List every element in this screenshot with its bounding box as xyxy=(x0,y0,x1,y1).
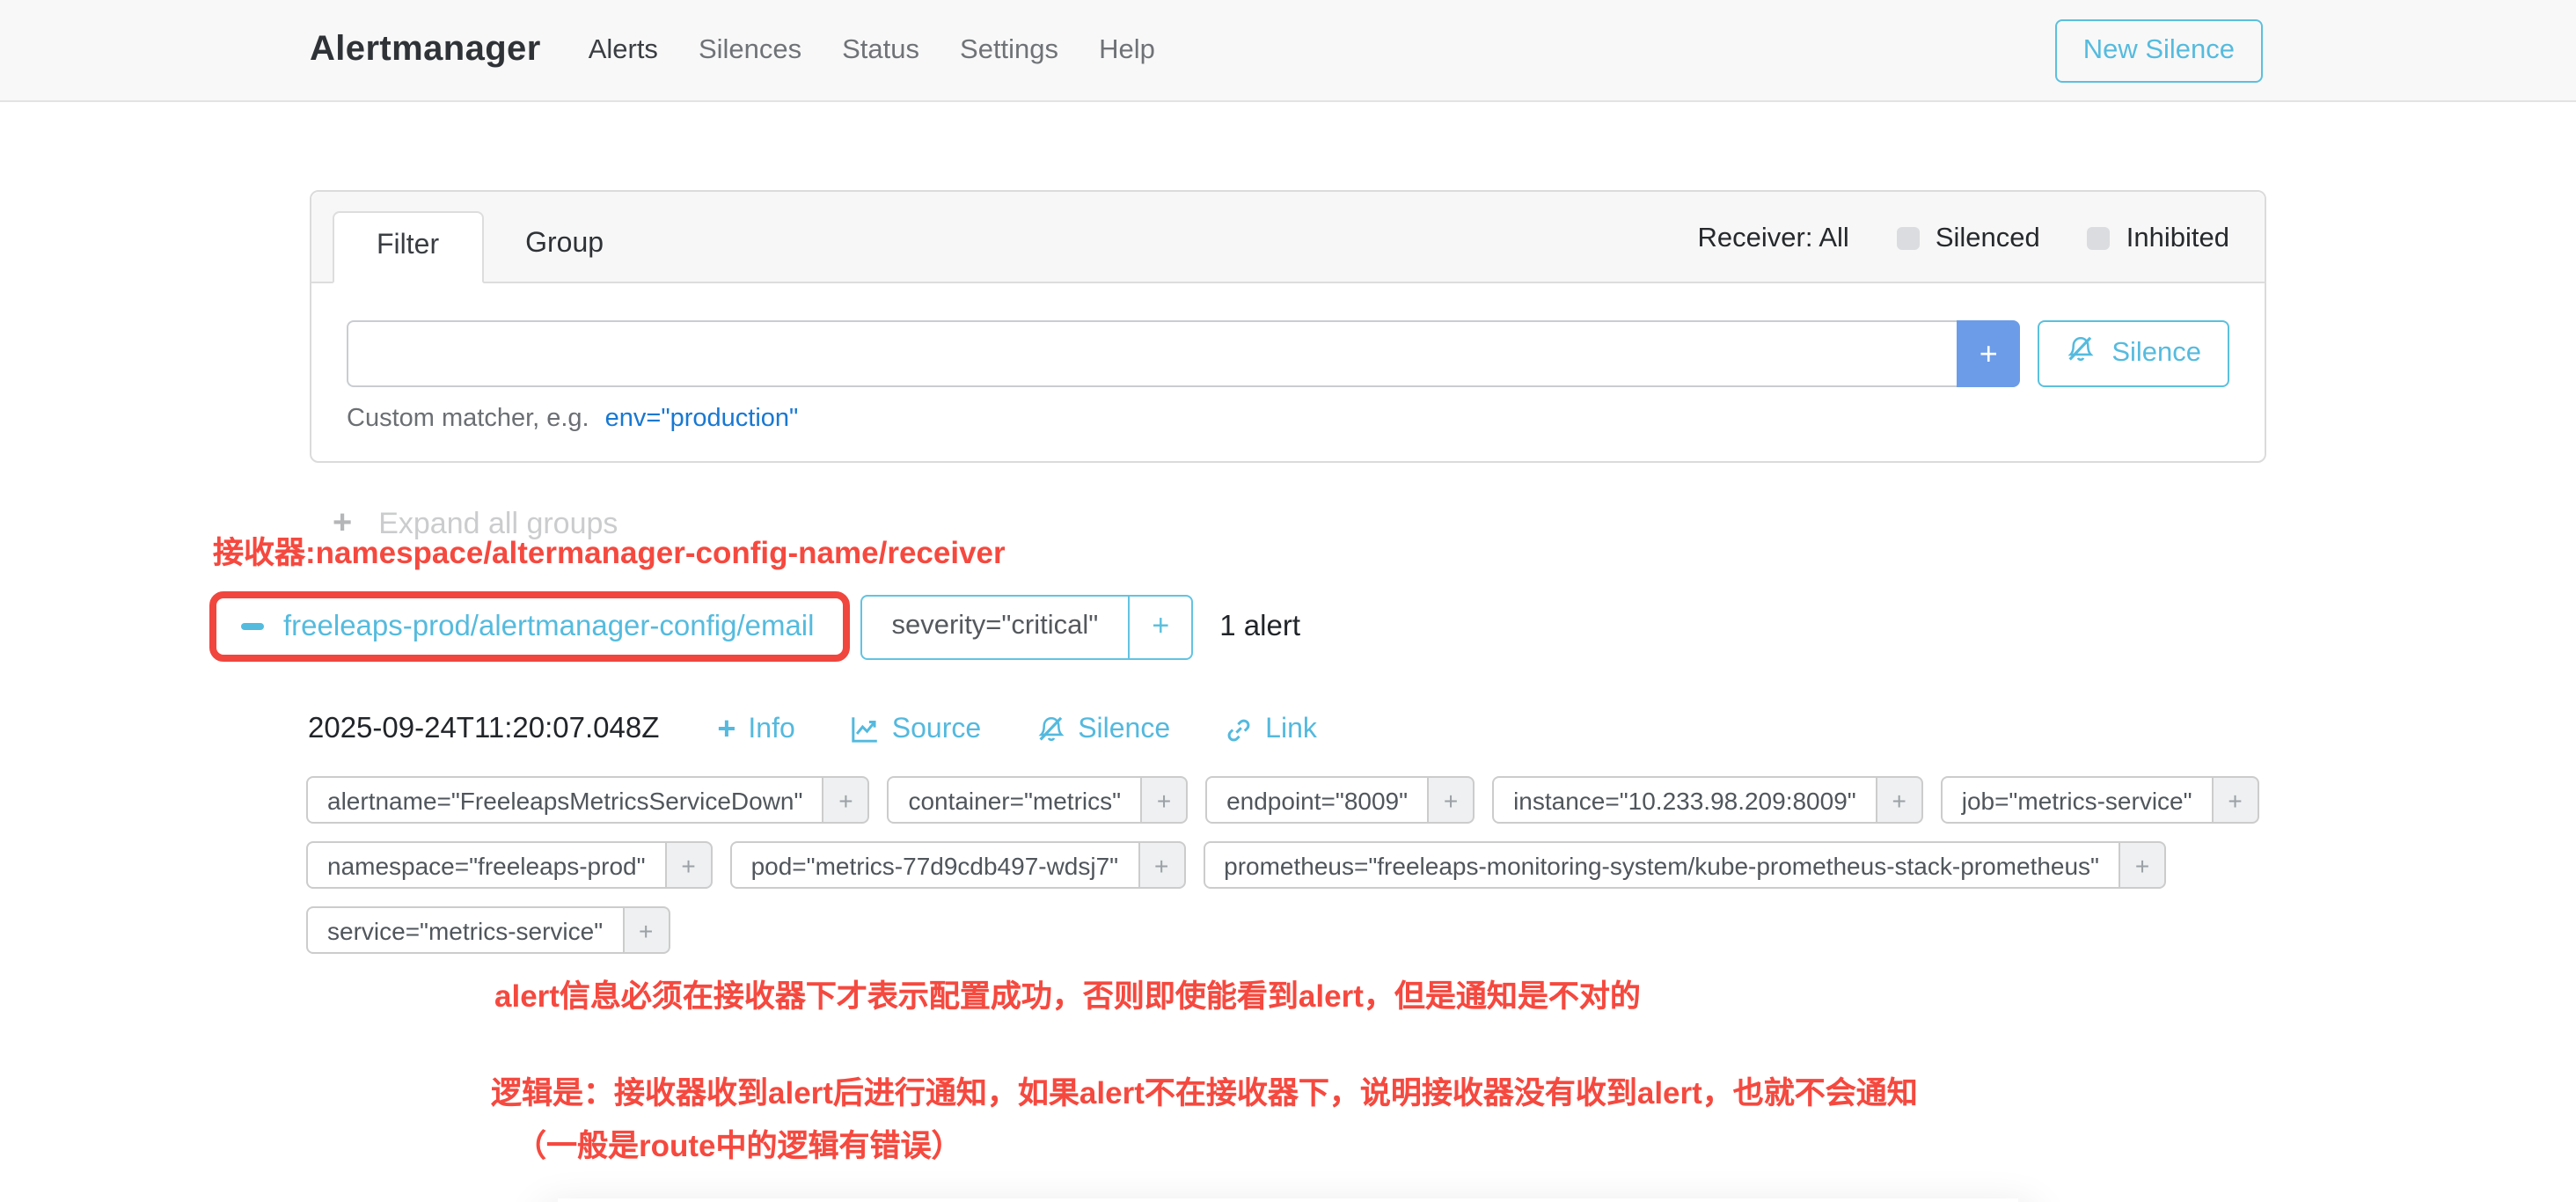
alert-label-endpoint[interactable]: endpoint="8009" + xyxy=(1205,776,1475,824)
source-link-label: Source xyxy=(892,714,981,745)
chart-line-icon xyxy=(850,715,880,744)
label-text[interactable]: namespace="freeleaps-prod" xyxy=(306,841,667,889)
bell-slash-icon xyxy=(2066,334,2096,373)
plus-icon: + xyxy=(1980,335,1998,372)
annotation-line-1: alert信息必须在接收器下才表示配置成功，否则即使能看到alert，但是通知是… xyxy=(494,973,2576,1017)
annotation-line-3: （一般是route中的逻辑有错误） xyxy=(516,1123,2576,1167)
group-matcher: severity="critical" + xyxy=(860,594,1194,659)
label-text[interactable]: alertname="FreeleapsMetricsServiceDown" xyxy=(306,776,823,824)
plus-icon[interactable]: + xyxy=(1427,776,1475,824)
alert-group-row: freeleaps-prod/alertmanager-config/email… xyxy=(209,591,2576,662)
alert-label-service[interactable]: service="metrics-service" + xyxy=(306,906,670,954)
annotation-highlight-box: freeleaps-prod/alertmanager-config/email xyxy=(209,591,850,662)
alert-header: 2025-09-24T11:20:07.048Z + Info Source xyxy=(308,711,2576,748)
plus-icon[interactable]: + xyxy=(1140,776,1188,824)
plus-icon: + xyxy=(1152,609,1169,644)
plus-icon[interactable]: + xyxy=(822,776,869,824)
tab-filter[interactable]: Filter xyxy=(333,211,483,283)
checkbox-icon[interactable] xyxy=(2088,227,2111,250)
nav-item-alerts[interactable]: Alerts xyxy=(589,34,658,66)
alert-labels: alertname="FreeleapsMetricsServiceDown" … xyxy=(306,776,2270,954)
receiver-group-button[interactable]: freeleaps-prod/alertmanager-config/email xyxy=(216,610,843,643)
label-text[interactable]: pod="metrics-77d9cdb497-wdsj7" xyxy=(730,841,1140,889)
inhibited-checkbox-label: Inhibited xyxy=(2126,223,2229,254)
silence-alert-button-label: Silence xyxy=(1078,714,1170,745)
nav-item-help[interactable]: Help xyxy=(1099,34,1155,66)
label-text[interactable]: instance="10.233.98.209:8009" xyxy=(1492,776,1877,824)
plus-icon[interactable]: + xyxy=(2119,841,2166,889)
receiver-filter-label[interactable]: Receiver: All xyxy=(1698,223,1849,254)
alert-label-prometheus[interactable]: prometheus="freeleaps-monitoring-system/… xyxy=(1203,841,2166,889)
link-icon xyxy=(1225,715,1253,744)
group-matcher-add-button[interactable]: + xyxy=(1128,594,1193,659)
source-link[interactable]: Source xyxy=(850,711,981,748)
nav-item-status[interactable]: Status xyxy=(842,34,919,66)
window-shadow xyxy=(558,1198,2018,1202)
alertmanager-page: Alertmanager Alerts Silences Status Sett… xyxy=(0,0,2576,1184)
plus-icon[interactable]: + xyxy=(622,906,670,954)
alert-label-instance[interactable]: instance="10.233.98.209:8009" + xyxy=(1492,776,1923,824)
annotation-line-2: 逻辑是：接收器收到alert后进行通知，如果alert不在接收器下，说明接收器没… xyxy=(491,1070,2576,1114)
inhibited-checkbox[interactable]: Inhibited xyxy=(2088,223,2229,254)
nav-links: Alerts Silences Status Settings Help xyxy=(589,34,1155,66)
filter-card-body: + Silence Custom matcher, e.g. env="produ… xyxy=(311,283,2265,461)
silenced-checkbox[interactable]: Silenced xyxy=(1897,223,2040,254)
plus-icon[interactable]: + xyxy=(2212,776,2259,824)
new-silence-button[interactable]: New Silence xyxy=(2055,18,2263,82)
minus-icon xyxy=(241,623,264,630)
alert-label-pod[interactable]: pod="metrics-77d9cdb497-wdsj7" + xyxy=(730,841,1186,889)
silence-button-label: Silence xyxy=(2111,338,2201,370)
top-navbar: Alertmanager Alerts Silences Status Sett… xyxy=(0,0,2576,102)
app-title: Alertmanager xyxy=(310,30,541,70)
nav-item-settings[interactable]: Settings xyxy=(960,34,1058,66)
filter-card-header: Filter Group Receiver: All Silenced Inhi… xyxy=(311,192,2265,283)
silence-alert-button[interactable]: Silence xyxy=(1036,711,1170,748)
label-text[interactable]: prometheus="freeleaps-monitoring-system/… xyxy=(1203,841,2120,889)
plus-icon: + xyxy=(717,711,735,748)
plus-icon[interactable]: + xyxy=(665,841,713,889)
add-matcher-button[interactable]: + xyxy=(1957,320,2020,387)
alert-label-namespace[interactable]: namespace="freeleaps-prod" + xyxy=(306,841,713,889)
alert-label-job[interactable]: job="metrics-service" + xyxy=(1941,776,2259,824)
group-matcher-label[interactable]: severity="critical" xyxy=(860,594,1129,659)
alert-label-alertname[interactable]: alertname="FreeleapsMetricsServiceDown" … xyxy=(306,776,869,824)
matcher-example-link[interactable]: env="production" xyxy=(605,405,799,433)
label-text[interactable]: job="metrics-service" xyxy=(1941,776,2214,824)
tab-group[interactable]: Group xyxy=(483,211,646,282)
matcher-input[interactable] xyxy=(347,320,1957,387)
nav-item-silences[interactable]: Silences xyxy=(699,34,801,66)
label-text[interactable]: endpoint="8009" xyxy=(1205,776,1429,824)
filter-card: Filter Group Receiver: All Silenced Inhi… xyxy=(310,190,2266,463)
info-button[interactable]: + Info xyxy=(717,711,794,748)
generator-link[interactable]: Link xyxy=(1225,711,1317,748)
bell-slash-icon xyxy=(1036,715,1065,744)
alert-label-container[interactable]: container="metrics" + xyxy=(887,776,1188,824)
label-text[interactable]: container="metrics" xyxy=(887,776,1142,824)
label-text[interactable]: service="metrics-service" xyxy=(306,906,624,954)
helper-prefix: Custom matcher, e.g. xyxy=(347,405,589,433)
receiver-group-label: freeleaps-prod/alertmanager-config/email xyxy=(283,610,815,643)
silence-from-filter-button[interactable]: Silence xyxy=(2038,320,2229,387)
silenced-checkbox-label: Silenced xyxy=(1936,223,2040,254)
plus-icon[interactable]: + xyxy=(1138,841,1185,889)
alert-count: 1 alert xyxy=(1219,610,1300,643)
annotation-receiver-path: 接收器:namespace/altermanager-config-name/r… xyxy=(213,530,2576,574)
matcher-helper-text: Custom matcher, e.g. env="production" xyxy=(347,405,2229,433)
info-button-label: Info xyxy=(748,714,794,745)
plus-icon[interactable]: + xyxy=(1876,776,1923,824)
generator-link-label: Link xyxy=(1265,714,1317,745)
alert-timestamp: 2025-09-24T11:20:07.048Z xyxy=(308,713,659,746)
checkbox-icon[interactable] xyxy=(1897,227,1920,250)
